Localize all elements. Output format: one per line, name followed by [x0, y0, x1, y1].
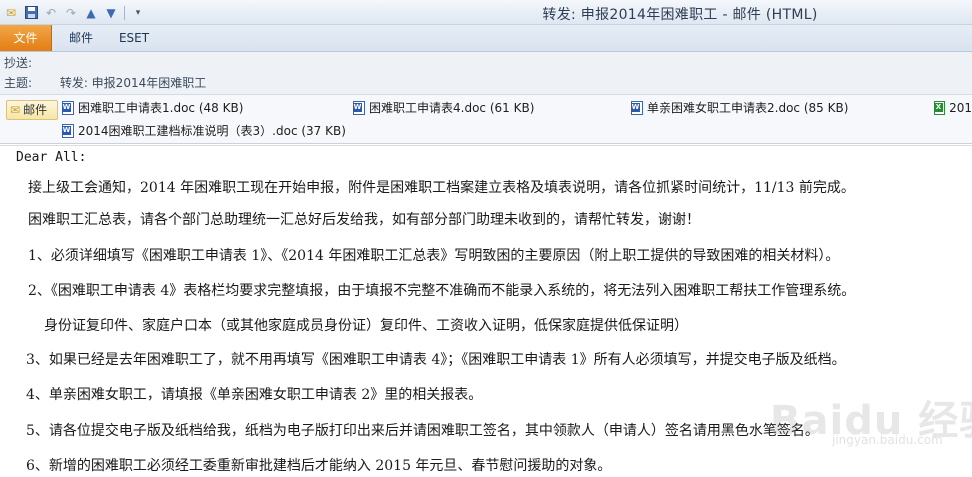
- greeting: Dear All:: [16, 150, 87, 165]
- tab-file[interactable]: 文件: [0, 25, 52, 51]
- cc-label: 抄送:: [4, 56, 33, 70]
- attachments-bar: ✉ 邮件 困难职工申请表1.doc (48 KB) 困难职工申请表4.doc (…: [0, 94, 972, 144]
- subject-label: 主题:: [4, 76, 33, 90]
- subject-value[interactable]: 转发: 申报2014年困难职工: [60, 76, 206, 90]
- attachment-name: 困难职工申请表4.doc (61 KB): [369, 101, 535, 115]
- word-doc-icon: [353, 101, 365, 115]
- excel-doc-icon: [934, 101, 946, 115]
- attachment-item[interactable]: 困难职工申请表1.doc (48 KB): [62, 98, 243, 118]
- word-doc-icon: [62, 124, 74, 138]
- attachment-item[interactable]: 201: [934, 98, 972, 118]
- body-paragraph: 3、如果已经是去年困难职工了，就不用再填写《困难职工申请表 4》；《困难职工申请…: [26, 352, 846, 368]
- up-arrow-icon[interactable]: ▲: [82, 4, 100, 21]
- attachment-name: 2014困难职工建档标准说明（表3）.doc (37 KB): [78, 124, 346, 138]
- ribbon-tab-bar: 文件 邮件 ESET: [0, 25, 972, 52]
- attachment-item[interactable]: 困难职工申请表4.doc (61 KB): [353, 98, 534, 118]
- body-paragraph: 4、单亲困难女职工，请填报《单亲困难女职工申请表 2》里的相关报表。: [26, 387, 483, 403]
- body-paragraph: 1、必须详细填写《困难职工申请表 1》、《2014 年困难职工汇总表》写明致困的…: [28, 248, 840, 264]
- attachment-item[interactable]: 单亲困难女职工申请表2.doc (85 KB): [631, 98, 848, 118]
- envelope-icon: ✉: [10, 103, 21, 117]
- customize-icon[interactable]: ▾: [129, 4, 147, 21]
- body-paragraph: 困难职工汇总表，请各个部门总助理统一汇总好后发给我，如有部分部门助理未收到的，请…: [28, 212, 700, 228]
- body-paragraph: 身份证复印件、家庭户口本（或其他家庭成员身份证）复印件、工资收入证明，低保家庭提…: [44, 318, 688, 334]
- attachment-item[interactable]: 2014困难职工建档标准说明（表3）.doc (37 KB): [62, 121, 346, 141]
- body-paragraph: 5、请各位提交电子版及纸档给我，纸档为电子版打印出来后并请困难职工签名，其中领款…: [26, 423, 819, 439]
- quick-access-toolbar: ✉ ↶ ↷ ▲ ▼ ▾: [2, 4, 147, 21]
- attachment-name: 困难职工申请表1.doc (48 KB): [78, 101, 244, 115]
- undo-icon[interactable]: ↶: [42, 4, 60, 21]
- word-doc-icon: [62, 101, 74, 115]
- down-arrow-icon[interactable]: ▼: [102, 4, 120, 21]
- subject-row: 主题: 转发: 申报2014年困难职工: [4, 74, 206, 92]
- body-paragraph: 6、新增的困难职工必须经工委重新审批建档后才能纳入 2015 年元旦、春节慰问援…: [26, 458, 612, 474]
- title-bar: ✉ ↶ ↷ ▲ ▼ ▾ 转发: 申报2014年困难职工 - 邮件 (HTML): [0, 0, 972, 25]
- mail-icon[interactable]: ✉: [2, 4, 20, 21]
- message-header: 抄送: 主题: 转发: 申报2014年困难职工: [0, 52, 972, 94]
- tab-eset[interactable]: ESET: [110, 25, 158, 51]
- tab-mail[interactable]: 邮件: [56, 25, 106, 51]
- attachment-name: 201: [949, 101, 972, 115]
- body-paragraph: 2、《困难职工申请表 4》表格栏均要求完整填报，由于填报不完整不准确而不能录入系…: [28, 283, 856, 299]
- message-body[interactable]: Dear All: 接上级工会通知，2014 年困难职工现在开始申报，附件是困难…: [0, 145, 972, 477]
- baidu-watermark-url: jingyan.baidu.com: [832, 433, 943, 447]
- attachment-name: 单亲困难女职工申请表2.doc (85 KB): [647, 101, 849, 115]
- save-icon[interactable]: [22, 4, 40, 21]
- word-doc-icon: [631, 101, 643, 115]
- body-paragraph: 接上级工会通知，2014 年困难职工现在开始申报，附件是困难职工档案建立表格及填…: [28, 180, 855, 196]
- message-tab[interactable]: ✉ 邮件: [6, 100, 58, 120]
- message-tab-label: 邮件: [23, 103, 48, 117]
- cc-row: 抄送:: [4, 54, 56, 72]
- redo-icon[interactable]: ↷: [62, 4, 80, 21]
- toolbar-divider: [124, 5, 125, 20]
